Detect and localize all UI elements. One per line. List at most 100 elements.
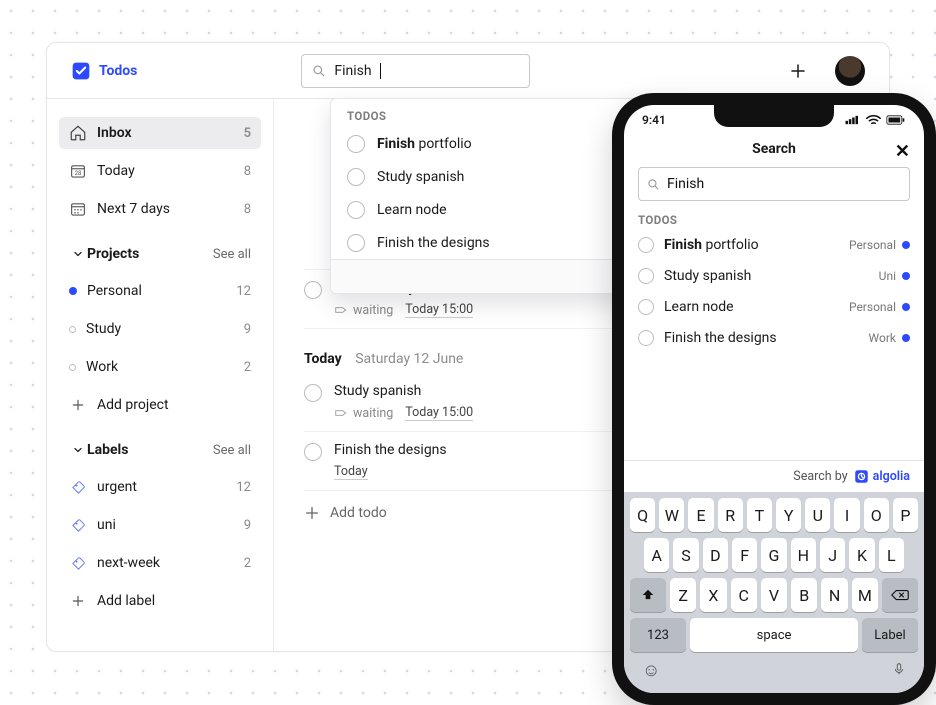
app-logo[interactable]: Todos bbox=[71, 61, 137, 81]
task-due[interactable]: Today 15:00 bbox=[405, 405, 473, 421]
emoji-key[interactable]: ☺ bbox=[642, 660, 660, 683]
result-radio[interactable] bbox=[347, 135, 365, 153]
key-b[interactable]: B bbox=[791, 578, 817, 612]
mobile-device: 9:41 Search ✕ Finish TODOS Finish portfo… bbox=[612, 93, 936, 705]
sidebar-project-study[interactable]: Study 9 bbox=[59, 313, 261, 345]
key-n[interactable]: N bbox=[821, 578, 847, 612]
key-u[interactable]: U bbox=[805, 498, 830, 532]
key-a[interactable]: A bbox=[644, 538, 669, 572]
mobile-search-input[interactable]: Finish bbox=[638, 167, 910, 201]
key-f[interactable]: F bbox=[732, 538, 757, 572]
key-h[interactable]: H bbox=[791, 538, 816, 572]
label-key[interactable]: Label bbox=[862, 618, 918, 652]
mobile-result[interactable]: Finish portfolio Personal bbox=[624, 229, 924, 260]
result-radio[interactable] bbox=[638, 237, 654, 253]
check-square-icon bbox=[71, 61, 91, 81]
key-v[interactable]: V bbox=[761, 578, 787, 612]
sidebar-count: 5 bbox=[244, 126, 251, 141]
key-x[interactable]: X bbox=[700, 578, 726, 612]
key-r[interactable]: R bbox=[718, 498, 743, 532]
mobile-result[interactable]: Finish the designs Work bbox=[624, 322, 924, 353]
key-m[interactable]: M bbox=[852, 578, 878, 612]
dot-icon bbox=[69, 287, 77, 295]
backspace-key[interactable] bbox=[882, 578, 918, 612]
task-checkbox[interactable] bbox=[304, 281, 322, 299]
key-w[interactable]: W bbox=[659, 498, 684, 532]
result-radio[interactable] bbox=[347, 201, 365, 219]
key-q[interactable]: Q bbox=[630, 498, 655, 532]
sidebar-section-projects[interactable]: Projects See all bbox=[59, 231, 261, 269]
task-title: Study spanish bbox=[334, 383, 473, 399]
sidebar-label-next-week[interactable]: next-week 2 bbox=[59, 547, 261, 579]
sidebar-item-inbox[interactable]: Inbox 5 bbox=[59, 117, 261, 149]
sidebar-label-uni[interactable]: uni 9 bbox=[59, 509, 261, 541]
calendar-range-icon bbox=[69, 200, 87, 218]
search-icon bbox=[647, 178, 660, 191]
result-radio[interactable] bbox=[638, 268, 654, 284]
key-z[interactable]: Z bbox=[670, 578, 696, 612]
shift-icon bbox=[641, 588, 655, 602]
mobile-result[interactable]: Learn node Personal bbox=[624, 291, 924, 322]
dot-icon bbox=[902, 303, 910, 311]
plus-icon bbox=[789, 62, 807, 80]
search-input[interactable]: Finish bbox=[301, 54, 530, 88]
plus-icon bbox=[71, 398, 85, 412]
phone-notch bbox=[714, 105, 834, 127]
see-all-link[interactable]: See all bbox=[213, 247, 251, 262]
key-t[interactable]: T bbox=[747, 498, 772, 532]
key-k[interactable]: K bbox=[849, 538, 874, 572]
dot-hollow-icon bbox=[69, 364, 76, 371]
calendar-today-icon: 28 bbox=[69, 162, 87, 180]
key-c[interactable]: C bbox=[731, 578, 757, 612]
task-due[interactable]: Today bbox=[334, 464, 368, 480]
result-radio[interactable] bbox=[347, 234, 365, 252]
dot-hollow-icon bbox=[69, 326, 76, 333]
key-j[interactable]: J bbox=[820, 538, 845, 572]
mobile-title: Search bbox=[752, 141, 796, 157]
plus-icon bbox=[304, 505, 320, 521]
see-all-link[interactable]: See all bbox=[213, 443, 251, 458]
key-o[interactable]: O bbox=[864, 498, 889, 532]
search-icon bbox=[312, 64, 326, 78]
task-checkbox[interactable] bbox=[304, 443, 322, 461]
algolia-logo[interactable]: algolia bbox=[854, 469, 910, 484]
space-key[interactable]: space bbox=[690, 618, 858, 652]
key-g[interactable]: G bbox=[761, 538, 786, 572]
result-radio[interactable] bbox=[638, 330, 654, 346]
add-project[interactable]: Add project bbox=[59, 389, 261, 421]
task-due[interactable]: Today 15:00 bbox=[405, 302, 473, 318]
close-icon[interactable]: ✕ bbox=[895, 141, 910, 162]
sidebar-label: Today bbox=[97, 163, 135, 179]
key-y[interactable]: Y bbox=[776, 498, 801, 532]
numeric-key[interactable]: 123 bbox=[630, 618, 686, 652]
sidebar: Inbox 5 28 Today 8 Next 7 days 8 Project… bbox=[47, 99, 273, 651]
avatar[interactable] bbox=[835, 56, 865, 86]
task-checkbox[interactable] bbox=[304, 384, 322, 402]
tag-outline-icon bbox=[334, 303, 348, 317]
battery-icon bbox=[886, 115, 906, 125]
key-s[interactable]: S bbox=[673, 538, 698, 572]
key-e[interactable]: E bbox=[688, 498, 713, 532]
result-radio[interactable] bbox=[638, 299, 654, 315]
key-l[interactable]: L bbox=[879, 538, 904, 572]
key-d[interactable]: D bbox=[703, 538, 728, 572]
tag-outline-icon bbox=[334, 406, 348, 420]
sidebar-item-today[interactable]: 28 Today 8 bbox=[59, 155, 261, 187]
shift-key[interactable] bbox=[630, 578, 666, 612]
sidebar-label-urgent[interactable]: urgent 12 bbox=[59, 471, 261, 503]
result-radio[interactable] bbox=[347, 168, 365, 186]
sidebar-project-work[interactable]: Work 2 bbox=[59, 351, 261, 383]
mobile-result[interactable]: Study spanish Uni bbox=[624, 260, 924, 291]
key-i[interactable]: I bbox=[834, 498, 859, 532]
key-p[interactable]: P bbox=[893, 498, 918, 532]
add-button[interactable] bbox=[785, 58, 811, 84]
mic-key[interactable] bbox=[892, 660, 906, 683]
sidebar-section-labels[interactable]: Labels See all bbox=[59, 427, 261, 465]
home-icon bbox=[69, 124, 87, 142]
chevron-down-icon bbox=[72, 248, 84, 260]
plus-icon bbox=[71, 594, 85, 608]
svg-text:28: 28 bbox=[75, 170, 82, 177]
sidebar-project-personal[interactable]: Personal 12 bbox=[59, 275, 261, 307]
sidebar-item-next7[interactable]: Next 7 days 8 bbox=[59, 193, 261, 225]
add-label[interactable]: Add label bbox=[59, 585, 261, 617]
